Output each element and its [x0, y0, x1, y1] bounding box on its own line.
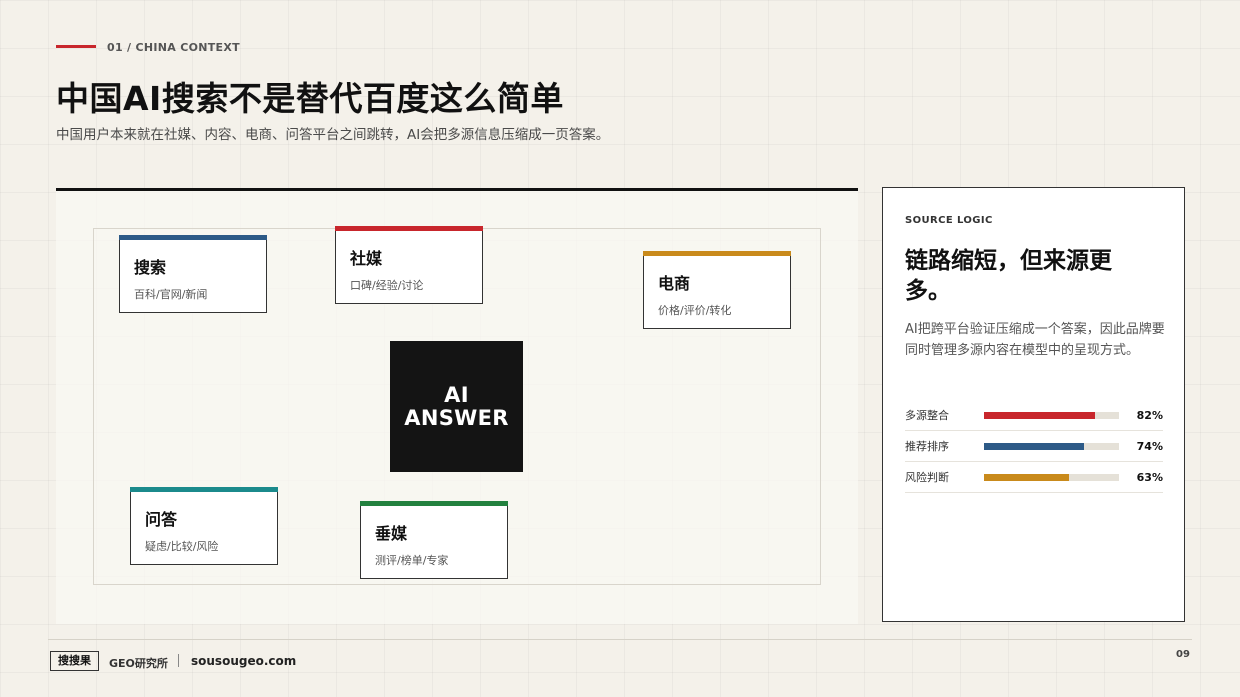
node-subtitle: 测评/榜单/专家 — [375, 554, 449, 567]
node-social: 社媒 口碑/经验/讨论 — [335, 226, 483, 304]
node-search: 搜索 百科/官网/新闻 — [119, 235, 267, 313]
metric-row: 推荐排序 74% — [905, 431, 1163, 462]
node-title: 搜索 — [134, 258, 167, 277]
metric-fill — [984, 442, 1084, 450]
node-qa: 问答 疑虑/比较/风险 — [130, 487, 278, 565]
node-vertical-media: 垂媒 测评/榜单/专家 — [360, 501, 508, 579]
metric-label: 推荐排序 — [905, 440, 949, 453]
node-accent-bar — [119, 235, 267, 240]
footer-separator — [178, 654, 179, 667]
footer-brand-logo: 搜搜果 — [50, 651, 99, 671]
metric-track — [984, 411, 1119, 419]
page-number: 09 — [1176, 649, 1190, 660]
metric-fill — [984, 473, 1070, 481]
source-logic-card: SOURCE LOGIC 链路缩短，但来源更多。 AI把跨平台验证压缩成一个答案… — [882, 187, 1185, 622]
footer-lab-name: GEO研究所 — [109, 657, 168, 670]
node-subtitle: 百科/官网/新闻 — [134, 288, 208, 301]
node-title: 垂媒 — [375, 524, 408, 543]
metric-value: 63% — [1136, 470, 1163, 484]
node-title: 社媒 — [350, 249, 383, 268]
page-title: 中国AI搜索不是替代百度这么简单 — [56, 79, 564, 118]
card-body: AI把跨平台验证压缩成一个答案，因此品牌要同时管理多源内容在模型中的呈现方式。 — [905, 322, 1165, 358]
core-line-1: AI — [444, 382, 469, 407]
node-accent-bar — [130, 487, 278, 492]
ai-answer-core: AI ANSWER — [390, 341, 523, 472]
metric-row: 多源整合 82% — [905, 400, 1163, 431]
metric-label: 风险判断 — [905, 471, 949, 484]
metric-track — [984, 473, 1119, 481]
metric-track — [984, 442, 1119, 450]
metric-value: 74% — [1136, 439, 1163, 453]
kicker-accent-line — [56, 45, 96, 48]
section-kicker: 01 / CHINA CONTEXT — [107, 41, 240, 54]
metric-label: 多源整合 — [905, 409, 949, 422]
node-accent-bar — [335, 226, 483, 231]
node-subtitle: 口碑/经验/讨论 — [350, 279, 424, 292]
node-subtitle: 疑虑/比较/风险 — [145, 540, 219, 553]
node-title: 问答 — [145, 510, 178, 529]
node-accent-bar — [643, 251, 791, 256]
metric-row: 风险判断 63% — [905, 462, 1163, 493]
metric-value: 82% — [1136, 408, 1163, 422]
footer-url[interactable]: sousougeo.com — [191, 654, 296, 668]
core-line-2: ANSWER — [404, 405, 509, 430]
node-ecommerce: 电商 价格/评价/转化 — [643, 251, 791, 329]
metric-fill — [984, 411, 1095, 419]
card-kicker: SOURCE LOGIC — [905, 215, 993, 226]
node-accent-bar — [360, 501, 508, 506]
node-subtitle: 价格/评价/转化 — [658, 304, 732, 317]
footer-divider — [48, 639, 1192, 640]
card-title: 链路缩短，但来源更多。 — [905, 248, 1112, 304]
node-title: 电商 — [658, 274, 691, 293]
metric-list: 多源整合 82% 推荐排序 74% 风险判断 63% — [905, 400, 1163, 493]
page-subtitle: 中国用户本来就在社媒、内容、电商、问答平台之间跳转，AI会把多源信息压缩成一页答… — [56, 127, 610, 143]
